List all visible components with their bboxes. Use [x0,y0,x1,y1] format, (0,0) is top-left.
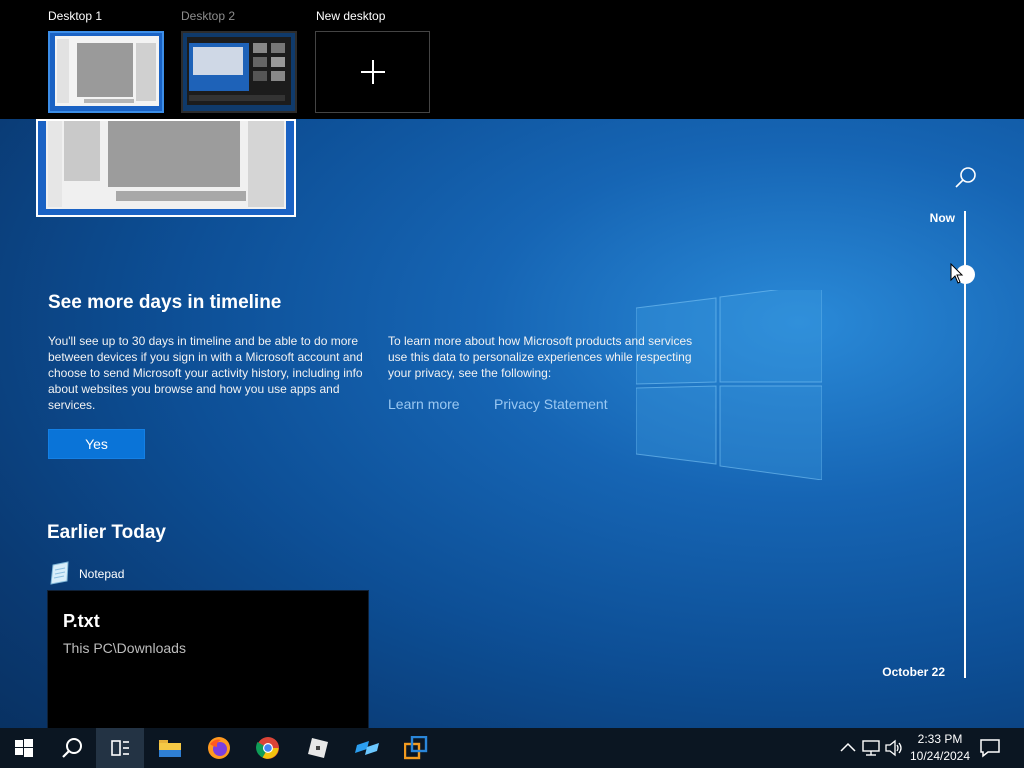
roblox-button[interactable] [294,728,342,768]
plus-icon [361,60,385,84]
chevron-up-icon[interactable] [838,738,858,758]
privacy-description: To learn more about how Microsoft produc… [388,334,693,380]
start-button[interactable] [0,728,48,768]
earlier-today-heading: Earlier Today [47,522,166,543]
new-desktop-button[interactable] [315,31,430,113]
virtualbox-icon [404,736,428,760]
file-explorer-button[interactable] [146,728,194,768]
chrome-button[interactable] [244,728,292,768]
window-preview [38,121,294,215]
taskbar: 2:33 PM 10/24/2024 [0,728,1024,768]
activity-app-name: Notepad [79,567,125,581]
task-view-button[interactable] [96,728,144,768]
new-desktop-label: New desktop [316,9,386,23]
action-center-icon[interactable] [979,737,1001,759]
firefox-button[interactable] [195,728,243,768]
clock-time: 2:33 PM [917,732,963,746]
activity-card[interactable]: P.txt This PC\Downloads [47,590,369,730]
timeline-search-icon[interactable] [953,165,979,191]
virtualbox-button[interactable] [392,728,440,768]
task-view-icon [111,740,129,756]
virtual-desktops-bar: Desktop 1 Desktop 2 New desktop [0,0,1024,119]
start-icon [15,739,33,757]
activity-card-title: P.txt [63,611,100,631]
yes-button[interactable]: Yes [48,429,145,459]
search-icon [62,738,82,758]
network-icon[interactable] [861,738,881,758]
promo-title: See more days in timeline [48,292,282,313]
firefox-icon [208,737,230,759]
taskbar-clock[interactable]: 2:33 PM 10/24/2024 [904,731,976,765]
mouse-cursor-icon [950,263,964,284]
search-button[interactable] [48,728,96,768]
roblox-studio-icon [355,741,379,755]
chrome-icon [256,737,279,759]
promo-description: You'll see up to 30 days in timeline and… [48,334,363,412]
wallpaper-windows-logo [636,290,822,480]
desktop-2-preview [183,33,295,111]
desktop-1-preview [50,33,162,111]
roblox-studio-button[interactable] [343,728,391,768]
volume-icon[interactable] [884,738,904,758]
timeline-date-label[interactable]: October 22 [860,665,945,679]
privacy-statement-link[interactable]: Privacy Statement [494,396,608,412]
roblox-icon [308,738,328,758]
desktop-2-thumbnail[interactable] [181,31,297,113]
clock-date: 10/24/2024 [909,749,971,763]
open-window-thumbnail[interactable] [36,119,296,217]
timeline-now-label: Now [929,211,955,225]
desktop-1-label: Desktop 1 [48,9,103,23]
file-explorer-icon [159,740,181,757]
notepad-icon [50,561,69,585]
desktop-1-thumbnail[interactable] [48,31,164,113]
learn-more-link[interactable]: Learn more [388,396,460,412]
desktop-2-label: Desktop 2 [181,9,236,23]
activity-card-path: This PC\Downloads [63,640,186,656]
